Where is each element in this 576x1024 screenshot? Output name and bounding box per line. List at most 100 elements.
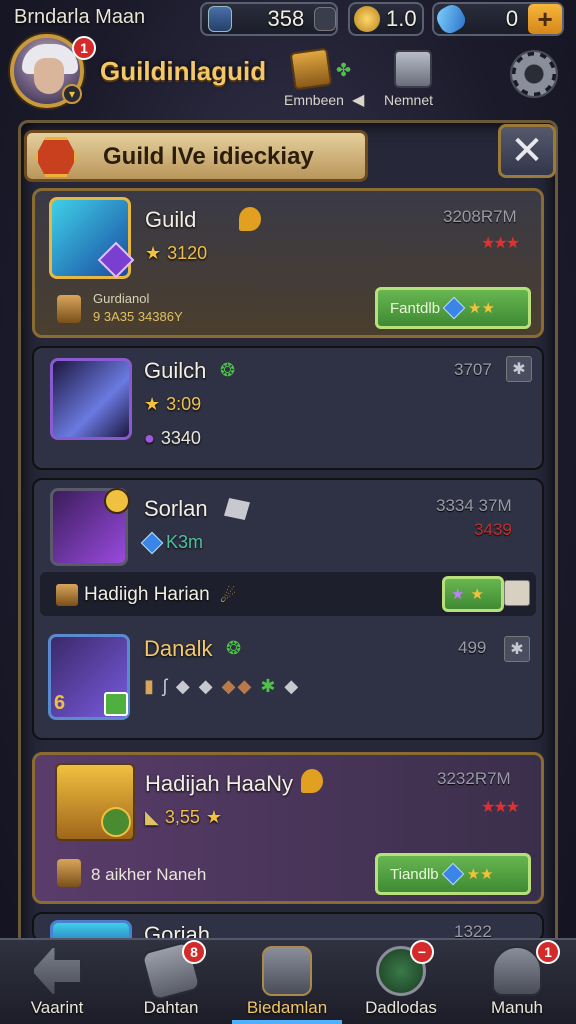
button-label: Fantdlb [390, 299, 441, 317]
resource-shield-coins[interactable]: 358 [200, 2, 338, 36]
notification-badge: − [410, 940, 434, 964]
star-icon: ★ [144, 394, 161, 414]
guild-action-button[interactable]: Tiandlb ★★ [375, 853, 531, 895]
panel-title-bar: Guild lVe idieckiay [24, 130, 368, 182]
nav-label: Manuh [491, 998, 543, 1017]
chest-label: Emnbeen [284, 92, 344, 108]
member-action-button[interactable]: ★ ★ [442, 576, 504, 612]
guild-right-value: 3707 [454, 360, 492, 379]
flame-icon [239, 207, 261, 231]
guild-name: Guilch [144, 358, 207, 383]
nav-item-dadlodas[interactable]: − Dadlodas [346, 940, 456, 1024]
guild-name: Danalk [144, 636, 213, 661]
top-bar: Brndarla Maan 358 1.0 0 + [0, 0, 576, 40]
guild-right-value: 499 [458, 638, 487, 657]
star-icon: ★ [145, 243, 162, 263]
gift-box-icon[interactable] [394, 50, 432, 88]
stat-value: 3:09 [166, 394, 202, 414]
guild-hall-icon [262, 946, 312, 996]
document-icon[interactable] [504, 580, 530, 606]
red-stars-icon: ★★★ [481, 799, 520, 816]
nav-label: Biedamlan [246, 998, 328, 1017]
info-icon[interactable]: ✱ [504, 636, 530, 662]
guild-name: Guild [145, 207, 197, 232]
guild-emblem-icon: ❂ [220, 360, 236, 380]
guild-stat-secondary: ● 3340 [144, 428, 201, 449]
guild-title: Guildinlaguid [100, 56, 267, 86]
treasure-chest-icon[interactable] [289, 47, 333, 91]
barrel-icon [57, 295, 81, 323]
guild-emblem-icon: ❂ [226, 638, 242, 658]
avatar-level-icon: ▾ [62, 84, 82, 104]
guild-stat: ◣ 3,55 ★ [145, 807, 222, 828]
guild-stat: ★ 3:09 [144, 394, 201, 415]
panel-title: Guild lVe idieckiay [103, 143, 314, 170]
resource-value: 1.0 [386, 6, 417, 31]
helmet-icon [492, 946, 542, 996]
swap-icon[interactable] [314, 7, 336, 31]
close-button[interactable]: ✕ [498, 124, 556, 178]
purple-star-icon: ★ [451, 586, 465, 603]
shield-coin-icon [208, 6, 232, 32]
flame-icon [301, 769, 323, 793]
guild-right-value: 3334 37M [436, 496, 512, 515]
star-icon: ★ [470, 586, 484, 603]
player-name: Brndarla Maan [14, 6, 146, 28]
avatar-notification-badge: 1 [72, 36, 96, 60]
guild-stat: ★ 3120 [145, 243, 207, 264]
nav-label: Dahtan [143, 998, 199, 1017]
info-icon[interactable]: ✱ [506, 356, 532, 382]
resource-crown-coins[interactable]: 1.0 [348, 2, 424, 36]
bottom-navigation: Vaarint 8 Dahtan Biedamlan − Dadlodas 1 … [0, 938, 576, 1024]
clover-icon: ✤ [336, 60, 352, 80]
star-icon: ★★ [468, 300, 495, 317]
notification-badge: 8 [182, 940, 206, 964]
nav-label: Dadlodas [365, 998, 437, 1017]
member-strip[interactable]: Hadiigh Harian ☄ ★ ★ [40, 572, 536, 616]
guild-right-value-red: 3439 [474, 520, 512, 539]
level-number: 6 [54, 692, 66, 714]
nav-item-vaarint[interactable]: Vaarint [2, 940, 112, 1024]
gold-badge-icon [104, 488, 130, 514]
guild-card[interactable]: Hadijah HaaNy ◣ 3,55 ★ 3232R7M ★★★ 8 aikhe… [32, 752, 544, 904]
resource-value: 0 [505, 6, 519, 31]
guild-card[interactable]: Guild ★ 3120 3208R7M ★★★ Gurdianol 9 3A35… [32, 188, 544, 338]
button-label: Tiandlb [390, 865, 439, 883]
guild-action-button[interactable]: Fantdlb ★★ [375, 287, 531, 329]
stat-value: 3120 [167, 243, 208, 263]
stat-value: 3340 [160, 428, 201, 448]
guild-name: Hadijah HaaNy [145, 771, 293, 796]
member-label: Hadiigh Harian [84, 584, 210, 605]
star-icon: ★★ [466, 866, 494, 883]
sub-label: Gurdianol [93, 291, 150, 306]
gift-label: Nemnet [384, 92, 434, 108]
guild-card[interactable]: Guilch ❂ ★ 3:09 ● 3340 3707 ✱ [32, 346, 544, 470]
blue-gem-icon [442, 296, 466, 320]
gold-coin-icon [101, 807, 131, 837]
star-icon: ★ [205, 807, 223, 827]
stat-value: K3m [166, 532, 204, 552]
blue-gem-icon [441, 862, 464, 886]
purple-orb-icon: ● [144, 428, 155, 448]
guild-right-value: 3232R7M [437, 769, 511, 788]
crown-coin-icon [354, 6, 380, 32]
sword-icon: ◣ [145, 807, 159, 827]
resource-potions[interactable]: 0 + [432, 1, 564, 37]
home-icon[interactable] [35, 137, 77, 177]
nav-item-dahtan[interactable]: 8 Dahtan [116, 940, 226, 1024]
potion-icon [433, 1, 469, 37]
barrel-icon [57, 859, 81, 887]
sub-value: 8 aikher Naneh [91, 865, 207, 884]
nav-item-biedamlan[interactable]: Biedamlan [232, 940, 342, 1024]
notification-badge: 1 [536, 940, 560, 964]
nav-item-manuh[interactable]: 1 Manuh [462, 940, 572, 1024]
gear-icon[interactable] [510, 50, 558, 98]
guild-stat: K3m [140, 531, 204, 554]
spear-icon [50, 358, 132, 440]
green-check-icon [104, 692, 128, 716]
add-resource-button[interactable]: + [528, 4, 562, 34]
guild-right-value: 3208R7M [443, 207, 517, 226]
chest-icon [56, 584, 78, 606]
resource-row-icons: ▮ ʃ ◆ ◆ ◆◆ ✱ ◆ [144, 676, 301, 696]
arrow-left-icon[interactable]: ◀ [352, 90, 364, 110]
